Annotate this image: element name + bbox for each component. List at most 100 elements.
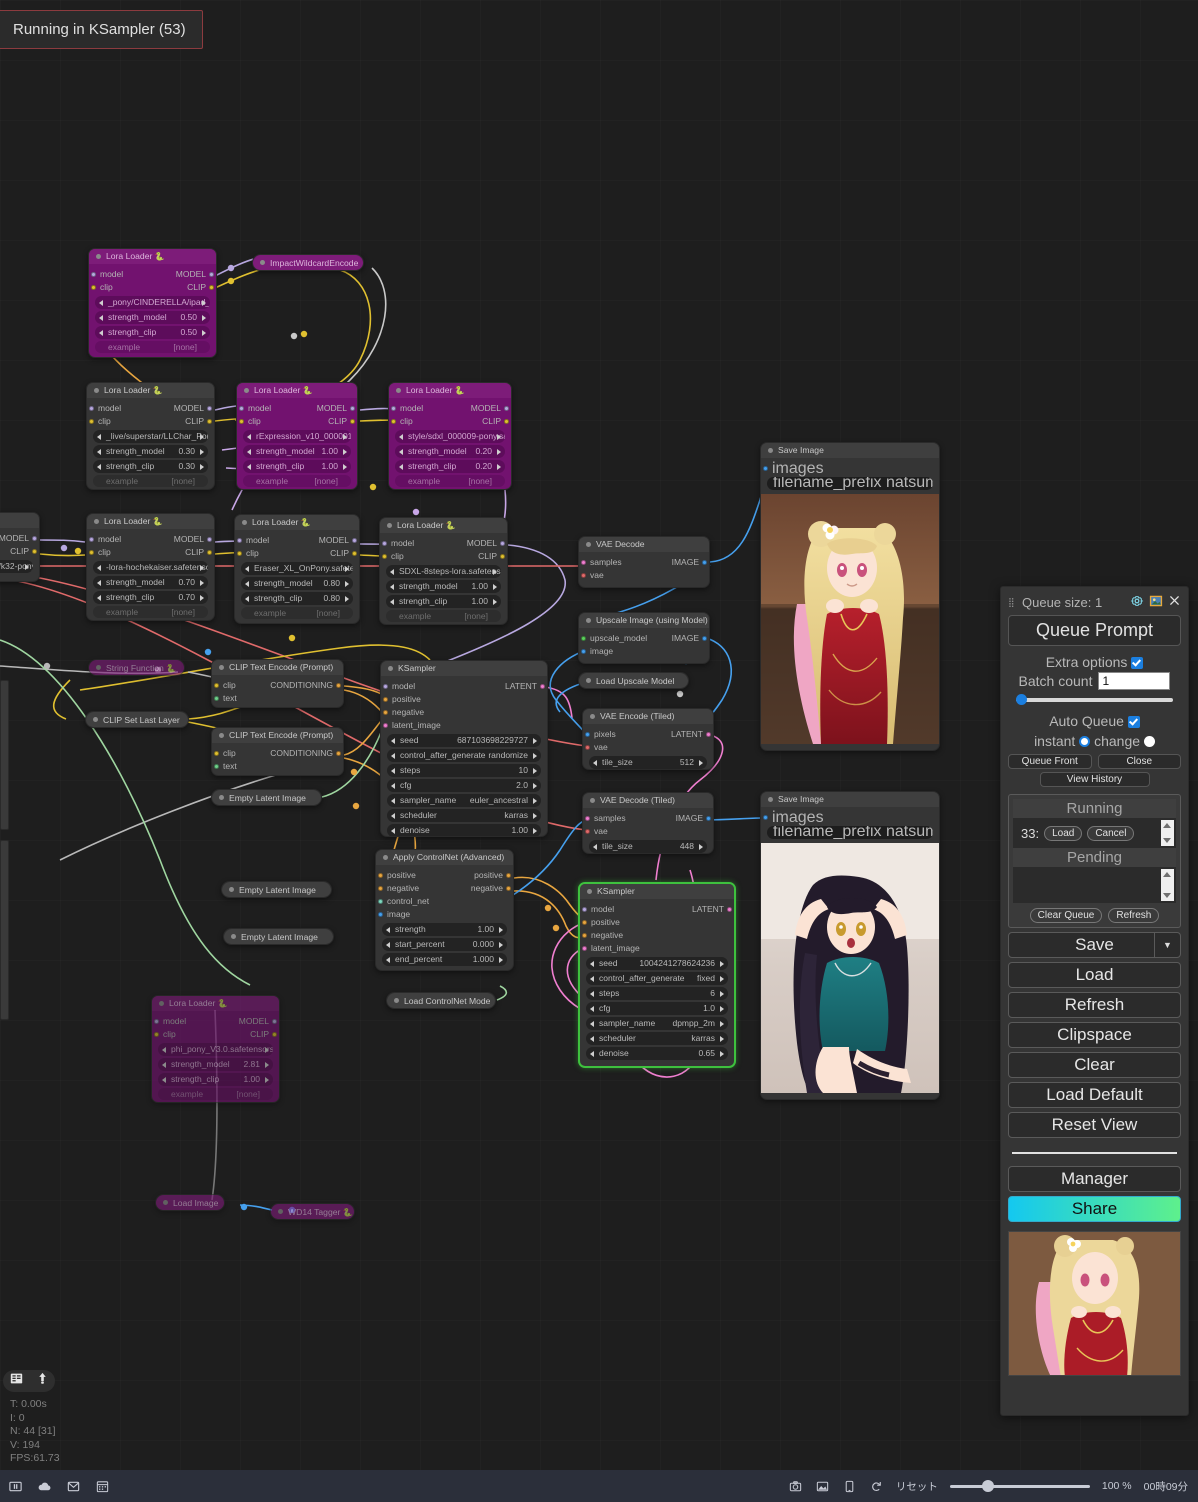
left-scrollbar-1[interactable] <box>0 680 9 830</box>
slot-clip[interactable]: clip CLIP <box>89 546 212 559</box>
node-lora-loader-4[interactable]: Lora Loader 🐍 model MODEL clip CLIP style/… <box>388 382 512 490</box>
slot-images[interactable]: images <box>763 461 933 477</box>
node-empty-latent-image-2[interactable]: Empty Latent Image <box>221 881 332 898</box>
slot-model[interactable]: model MODEL <box>237 534 357 547</box>
widget-cfg[interactable]: cfg 2.0 <box>387 779 541 792</box>
comfy-menu-panel[interactable]: ⣿ Queue size: 1 Queue Prompt Extra optio… <box>1000 586 1189 1416</box>
widget-lora-name[interactable]: SDXL-8steps-lora.safetensors <box>386 565 501 578</box>
widget-strength-model[interactable]: strength_model 1.00 <box>243 445 351 458</box>
node-lora-loader-7[interactable]: Lora Loader 🐍 model MODEL clip CLIP SDXL-8… <box>379 517 508 625</box>
node-save-image-2[interactable]: Save Image images filename_prefix natsum… <box>760 791 940 1100</box>
slot-negative[interactable]: negative <box>582 929 728 942</box>
collapse-dot[interactable] <box>394 998 399 1003</box>
slot-clip[interactable]: clip CONDITIONING <box>214 679 341 692</box>
collapse-dot[interactable] <box>387 523 392 528</box>
pending-list[interactable] <box>1013 867 1176 903</box>
widget-strength-model[interactable]: strength_model 2.81 <box>158 1058 273 1071</box>
slot-clip[interactable]: clip CLIP <box>382 550 505 563</box>
slot-latent-image[interactable]: latent_image <box>582 942 728 955</box>
left-scrollbar-2[interactable] <box>0 840 9 1020</box>
slot-negative[interactable]: negative <box>383 706 541 719</box>
widget-steps[interactable]: steps 6 <box>586 987 728 1000</box>
node-header[interactable]: Lora Loader 🐍 <box>152 996 279 1011</box>
node-header[interactable]: Load ControlNet Mode <box>387 993 495 1008</box>
reset-label[interactable]: リセット <box>896 1479 938 1494</box>
widget-strength-clip[interactable]: strength_clip 0.70 <box>93 591 208 604</box>
slot-image[interactable]: image <box>581 645 703 658</box>
phone-icon[interactable] <box>842 1479 857 1494</box>
slot-image[interactable]: image <box>378 908 507 921</box>
widget-tile-size[interactable]: tile_size 448 <box>589 840 707 853</box>
save-button[interactable]: Save ▼ <box>1008 932 1181 958</box>
widget-end-percent[interactable]: end_percent 1.000 <box>382 953 507 966</box>
gear-icon[interactable] <box>1130 594 1144 611</box>
node-save-image-1[interactable]: Save Image images filename_prefix natsum… <box>760 442 940 751</box>
collapse-dot[interactable] <box>219 733 224 738</box>
slot-model[interactable]: model LATENT <box>383 680 545 693</box>
node-header[interactable]: Lora Loader 🐍 <box>87 514 214 529</box>
slider-knob[interactable] <box>1016 694 1027 705</box>
widget-control-after-generate[interactable]: control_after_generate fixed <box>586 972 728 985</box>
collapse-dot[interactable] <box>278 1209 283 1214</box>
widget-lora-name[interactable]: -lora-hochekaiser.safetensors <box>93 561 208 574</box>
collapse-dot[interactable] <box>587 889 592 894</box>
slot-vae[interactable]: vae <box>585 741 707 754</box>
slot-model[interactable]: model MODEL <box>391 402 509 415</box>
widget-strength-model[interactable]: strength_model 0.70 <box>93 576 208 589</box>
node-vae-decode[interactable]: VAE Decode samples IMAGE vae <box>578 536 710 588</box>
batch-count-input[interactable] <box>1098 672 1171 690</box>
collapse-dot[interactable] <box>94 388 99 393</box>
node-ksampler-2[interactable]: KSampler model LATENT positive negative l… <box>578 882 736 1068</box>
collapse-dot[interactable] <box>383 855 388 860</box>
slot-samples[interactable]: samples IMAGE <box>581 556 707 569</box>
slot-model[interactable]: model MODEL <box>89 402 212 415</box>
widget-tile-size[interactable]: tile_size 512 <box>589 756 707 769</box>
widget-filename-prefix[interactable]: filename_prefix natsumi/natsumi_%date:yy… <box>767 826 933 839</box>
slot-text[interactable]: text <box>214 760 337 773</box>
node-header[interactable]: Lora Loader 🐍 <box>235 515 359 530</box>
view-history-button[interactable]: View History <box>1039 772 1150 787</box>
collapse-dot[interactable] <box>586 618 591 623</box>
node-impact-wildcard-encode[interactable]: ImpactWildcardEncode <box>252 254 364 271</box>
collapse-dot[interactable] <box>768 448 773 453</box>
clear-queue-button[interactable]: Clear Queue <box>1029 908 1103 923</box>
running-list[interactable]: 33: Load Cancel <box>1013 818 1176 848</box>
node-upscale-image-using-model[interactable]: Upscale Image (using Model) upscale_mode… <box>578 612 710 664</box>
node-load-upscale-model[interactable]: Load Upscale Model <box>578 672 689 689</box>
collapse-dot[interactable] <box>242 520 247 525</box>
widget-sampler-name[interactable]: sampler_name euler_ancestral <box>387 794 541 807</box>
workflow-thumbnail[interactable] <box>1008 1231 1181 1376</box>
node-vae-decode-tiled[interactable]: VAE Decode (Tiled) samples IMAGE vae tile… <box>582 792 714 854</box>
node-lora-loader-5[interactable]: Lora Loader 🐍 model MODEL clip CLIP -lora-… <box>86 513 215 621</box>
collapse-dot[interactable] <box>260 260 265 265</box>
slot-upscale-model[interactable]: upscale_model IMAGE <box>581 632 707 645</box>
node-header[interactable]: Lora Loader 🐍 <box>389 383 511 398</box>
slot-clip[interactable]: clip CLIP <box>91 281 214 294</box>
slot-negative[interactable]: negative negative <box>378 882 511 895</box>
node-lora-loader-offscreen[interactable]: MODEL CLIP rfast/k32-pony-lora <box>0 512 40 582</box>
slot-model[interactable]: model MODEL <box>89 533 212 546</box>
cloud-icon[interactable] <box>37 1479 52 1494</box>
widget-strength-clip[interactable]: strength_clip 0.30 <box>93 460 208 473</box>
widget-lora-name[interactable]: rfast/k32-pony-lora <box>0 560 33 573</box>
node-apply-controlnet-advanced[interactable]: Apply ControlNet (Advanced) positive posi… <box>375 849 514 971</box>
widget-control-after-generate[interactable]: control_after_generate randomize <box>387 749 541 762</box>
widget-strength-clip[interactable]: strength_clip 0.20 <box>395 460 505 473</box>
node-header[interactable]: KSampler <box>580 884 734 899</box>
node-header[interactable]: VAE Decode (Tiled) <box>583 793 713 808</box>
widget-strength-model[interactable]: strength_model 0.50 <box>95 311 210 324</box>
slot-clip[interactable]: clip CLIP <box>239 415 355 428</box>
image-preview-2[interactable] <box>761 843 939 1093</box>
widget-strength[interactable]: strength 1.00 <box>382 923 507 936</box>
canvas-tools[interactable] <box>3 1370 55 1392</box>
running-scrollbar[interactable] <box>1161 820 1174 846</box>
widget-seed[interactable]: seed 687103698229727 <box>387 734 541 747</box>
widget-lora-name[interactable]: Eraser_XL_OnPony.safetensors <box>241 562 353 575</box>
node-header[interactable]: Empty Latent Image <box>222 882 331 897</box>
pause-icon[interactable] <box>8 1479 23 1494</box>
share-button[interactable]: Share <box>1008 1196 1181 1222</box>
widget-lora-name[interactable]: rExpression_v10_000001.safetensors <box>243 430 351 443</box>
manager-button[interactable]: Manager <box>1008 1166 1181 1192</box>
node-clip-set-last-layer[interactable]: CLIP Set Last Layer <box>85 711 189 728</box>
node-wd14-tagger[interactable]: WD14 Tagger 🐍 <box>270 1203 355 1220</box>
